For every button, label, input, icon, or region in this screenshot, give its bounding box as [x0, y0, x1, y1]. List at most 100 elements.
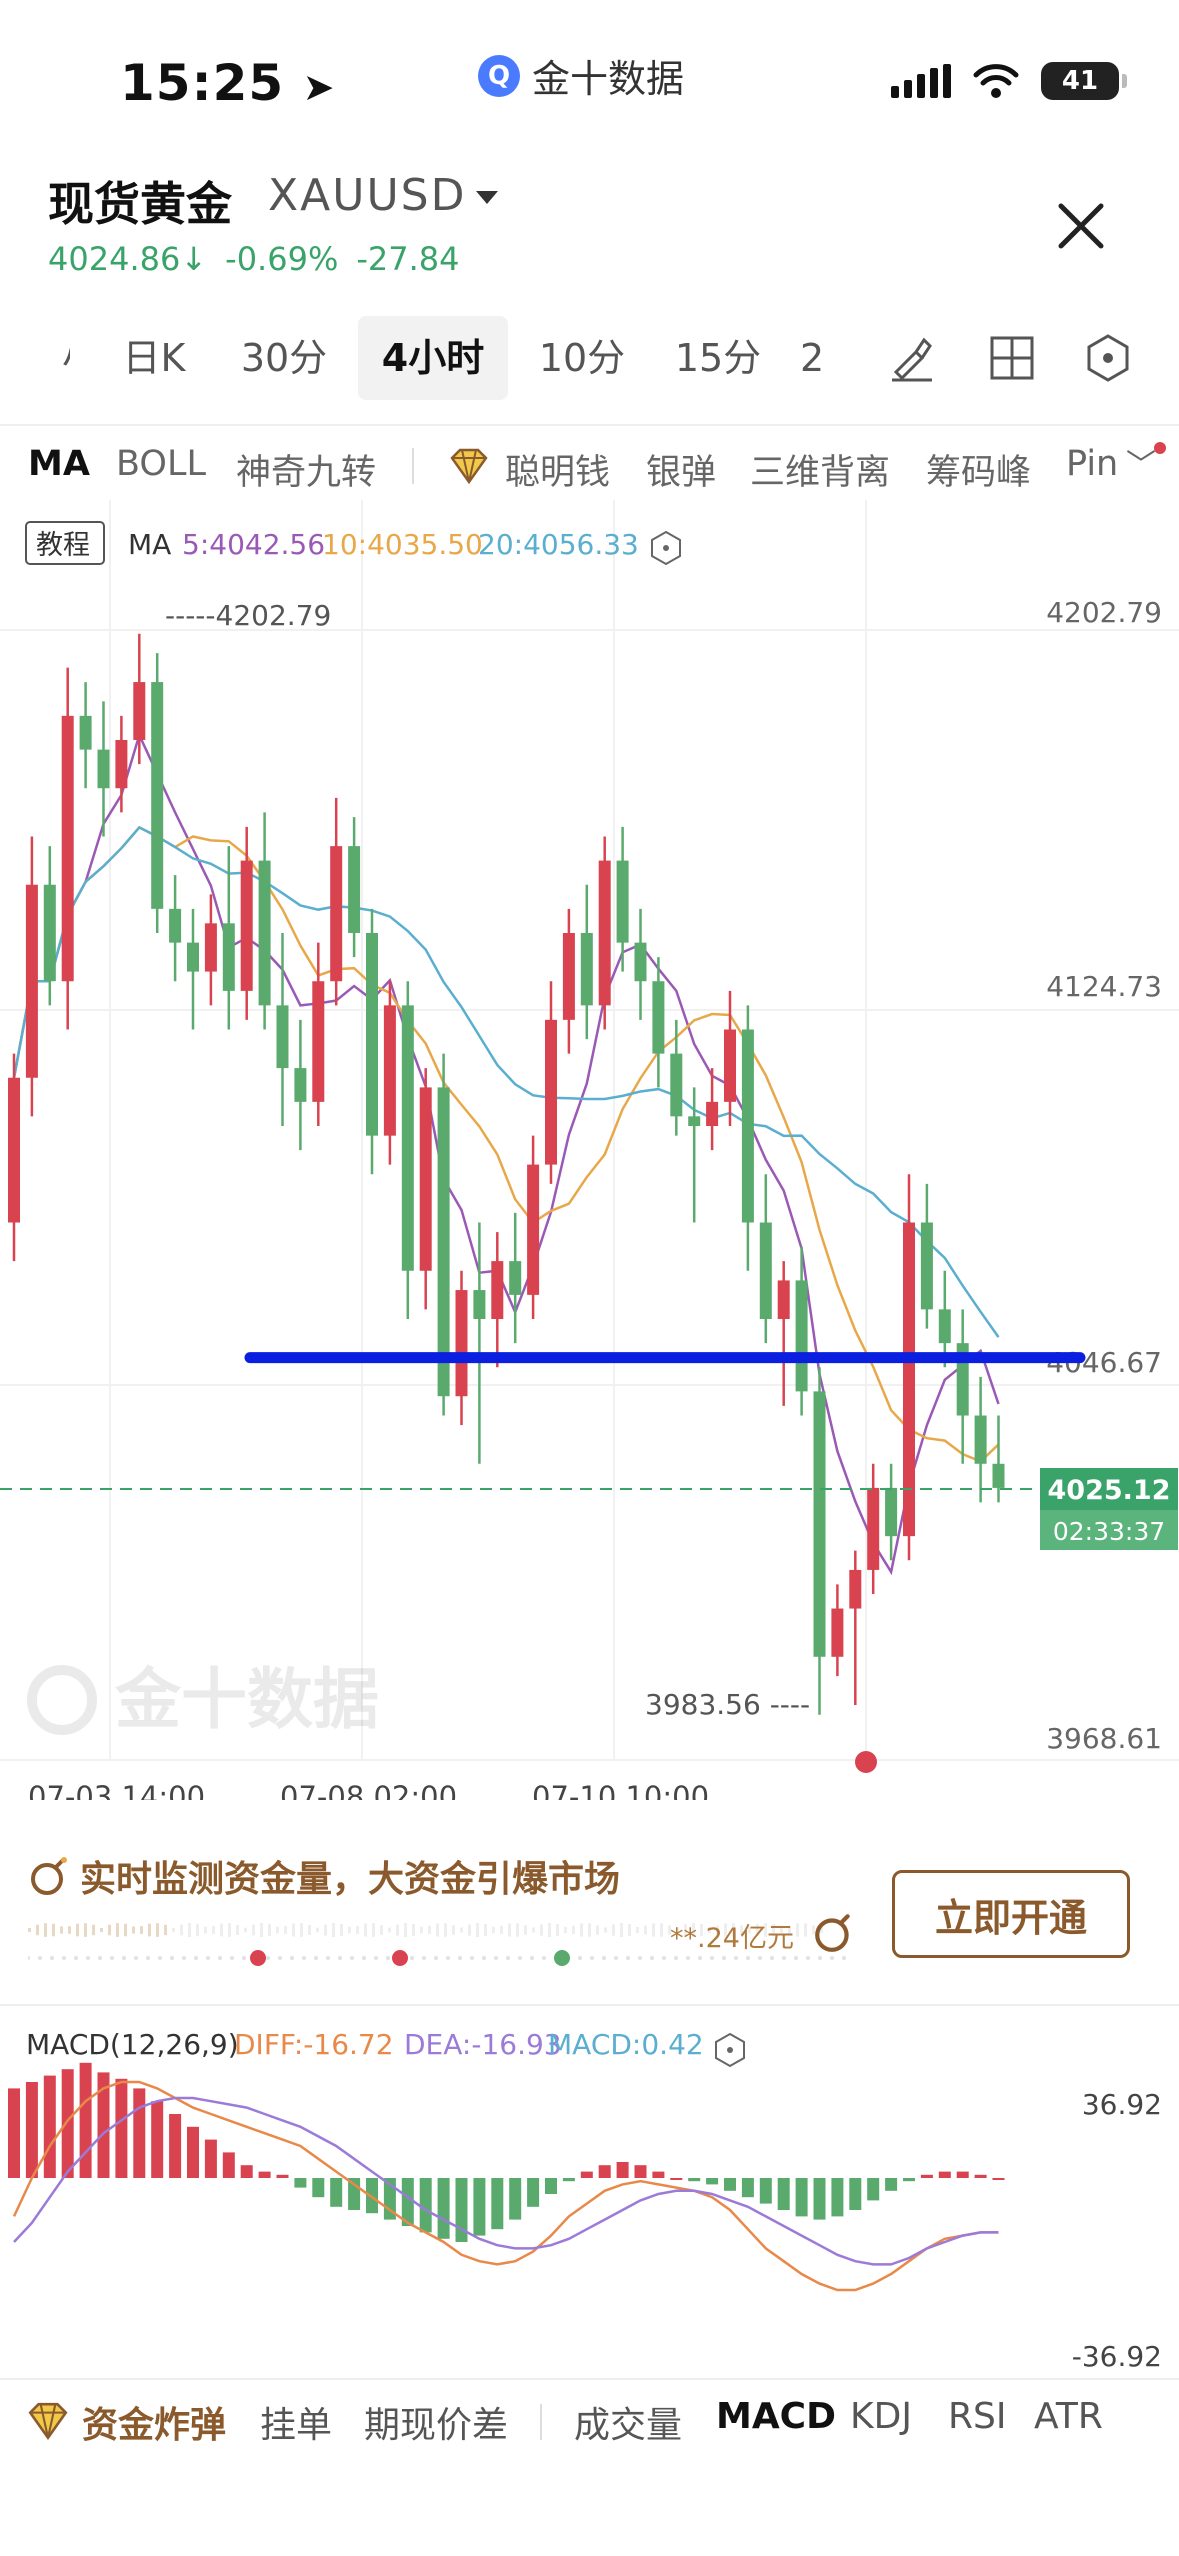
tab-rsi[interactable]: RSI — [948, 2396, 1006, 2437]
symbol-selector[interactable]: XAUUSD — [268, 170, 499, 221]
countdown-value: 02:33:37 — [1053, 1517, 1165, 1546]
ma10-value: 10:4035.50 — [322, 528, 483, 561]
divider — [0, 2004, 1179, 2006]
macd-diff-value: DIFF:-16.72 — [234, 2028, 394, 2061]
candle-body — [61, 715, 74, 982]
candle-body — [885, 1487, 898, 1537]
indicator-pin[interactable]: Pin — [1066, 444, 1118, 484]
promo-amount: **.24亿元 — [670, 1923, 794, 1954]
ma-label: MA — [128, 528, 171, 561]
indicator-silver-bullet[interactable]: 银弹 — [646, 444, 716, 495]
macd-bar — [777, 2178, 790, 2210]
divider — [0, 424, 1179, 426]
candle-body — [276, 1005, 289, 1069]
layout-grid-icon[interactable] — [986, 332, 1038, 384]
tab-15m[interactable]: 15分 — [664, 316, 772, 400]
event-marker[interactable] — [855, 1751, 877, 1773]
candle-body — [43, 884, 56, 982]
candle-body — [222, 923, 235, 991]
candle-body — [258, 860, 271, 1006]
tab-2h[interactable]: 2小 — [800, 316, 860, 400]
candle-body — [831, 1608, 844, 1657]
indicator-magic-nine[interactable]: 神奇九转 — [236, 444, 376, 495]
tab-macd[interactable]: MACD — [716, 2396, 836, 2437]
candle-body — [634, 942, 647, 982]
candle-body — [97, 749, 110, 789]
tab-4h[interactable]: 4小时 — [358, 316, 508, 400]
indicator-chip-peak[interactable]: 筹码峰 — [926, 444, 1031, 495]
tab-pending-orders[interactable]: 挂单 — [260, 2396, 332, 2448]
candle-body — [401, 1005, 414, 1271]
candle-body — [562, 932, 575, 1020]
close-icon[interactable] — [1053, 198, 1109, 254]
candle-body — [795, 1280, 808, 1392]
wifi-icon — [973, 64, 1019, 98]
battery-icon: 41 — [1041, 62, 1127, 100]
candle-body — [133, 682, 146, 740]
low-marker: 3983.56 ---- — [645, 1688, 810, 1721]
x-axis-label: 07-10 10:00 — [532, 1780, 709, 1800]
candle-body — [580, 932, 593, 1006]
price-chart[interactable]: 金十数据 教程 MA 5:4042.56 10:4035.50 20:4056.… — [0, 500, 1179, 1800]
tab-volume[interactable]: 成交量 — [574, 2396, 682, 2448]
indicator-smart-money[interactable]: 聪明钱 — [505, 444, 610, 495]
candle-body — [79, 715, 92, 750]
macd-bar — [61, 2069, 74, 2178]
tab-fund-bomb[interactable]: 资金炸弹 — [82, 2396, 226, 2448]
app-logo-icon: Q — [478, 54, 520, 97]
tab-kdj[interactable]: KDJ — [850, 2396, 912, 2437]
candle-body — [419, 1087, 432, 1271]
candle-body — [383, 1005, 396, 1136]
candle-body — [473, 1290, 486, 1320]
macd-bar — [187, 2126, 199, 2178]
tab-atr[interactable]: ATR — [1034, 2396, 1103, 2437]
tab-10m[interactable]: 10分 — [528, 316, 636, 400]
candle-body — [992, 1463, 1005, 1488]
indicator-3d-divergence[interactable]: 三维背离 — [750, 444, 890, 495]
macd-bar — [240, 2165, 253, 2178]
change-percent: -0.69% — [225, 240, 339, 278]
macd-chart[interactable]: MACD(12,26,9) DIFF:-16.72 DEA:-16.93 MAC… — [0, 2008, 1179, 2378]
drawing-tool-icon[interactable] — [886, 332, 938, 384]
macd-bar — [562, 2178, 575, 2182]
macd-bar — [115, 2078, 128, 2178]
candle-body — [813, 1391, 826, 1657]
sub-indicator-tabs: 资金炸弹 挂单 期现价差 成交量 MACD KDJ RSI ATR — [0, 2384, 1179, 2464]
indicator-boll[interactable]: BOLL — [116, 444, 206, 484]
macd-bar — [616, 2162, 629, 2178]
promo-text: 实时监测资金量，大资金引爆市场 — [80, 1859, 621, 1900]
activate-button[interactable]: 立即开通 — [892, 1870, 1130, 1958]
ma5-value: 5:4042.56 — [182, 528, 325, 561]
indicator-ma[interactable]: MA — [28, 444, 90, 484]
macd-bar — [724, 2178, 736, 2191]
settings-hexagon-icon[interactable] — [1082, 332, 1134, 384]
candle-body — [348, 846, 361, 933]
candle-body — [25, 884, 38, 1078]
macd-dea-value: DEA:-16.93 — [404, 2028, 562, 2061]
candle-body — [455, 1290, 468, 1397]
candle-body — [204, 923, 217, 972]
divider — [412, 448, 414, 484]
tab-day[interactable]: 日K — [104, 316, 204, 400]
macd-bar — [294, 2178, 307, 2188]
macd-bar — [885, 2178, 898, 2191]
candle-body — [759, 1222, 772, 1320]
macd-title: MACD(12,26,9) — [26, 2028, 239, 2061]
y-axis-label: 4202.79 — [1046, 596, 1162, 629]
ma20-value: 20:4056.33 — [478, 528, 639, 561]
candle-body — [938, 1309, 951, 1344]
symbol-label: XAUUSD — [268, 170, 467, 221]
tab-basis-spread[interactable]: 期现价差 — [364, 2396, 508, 2448]
candle-body — [616, 860, 629, 943]
status-indicators: 41 — [891, 62, 1127, 100]
tab-1h[interactable]: 小时 — [0, 316, 70, 400]
macd-histogram-value: MACD:0.42 — [548, 2028, 704, 2061]
macd-y-bottom: -36.92 — [1072, 2340, 1162, 2373]
status-time: 15:25 ➤ — [120, 54, 336, 112]
macd-bar — [759, 2178, 772, 2204]
promo-banner[interactable]: 实时监测资金量，大资金引爆市场 — [28, 1850, 620, 1902]
tab-30m[interactable]: 30分 — [230, 316, 338, 400]
candle-body — [527, 1164, 540, 1295]
chevron-down-icon[interactable]: ﹀ — [1126, 440, 1156, 484]
macd-bar — [437, 2178, 450, 2239]
